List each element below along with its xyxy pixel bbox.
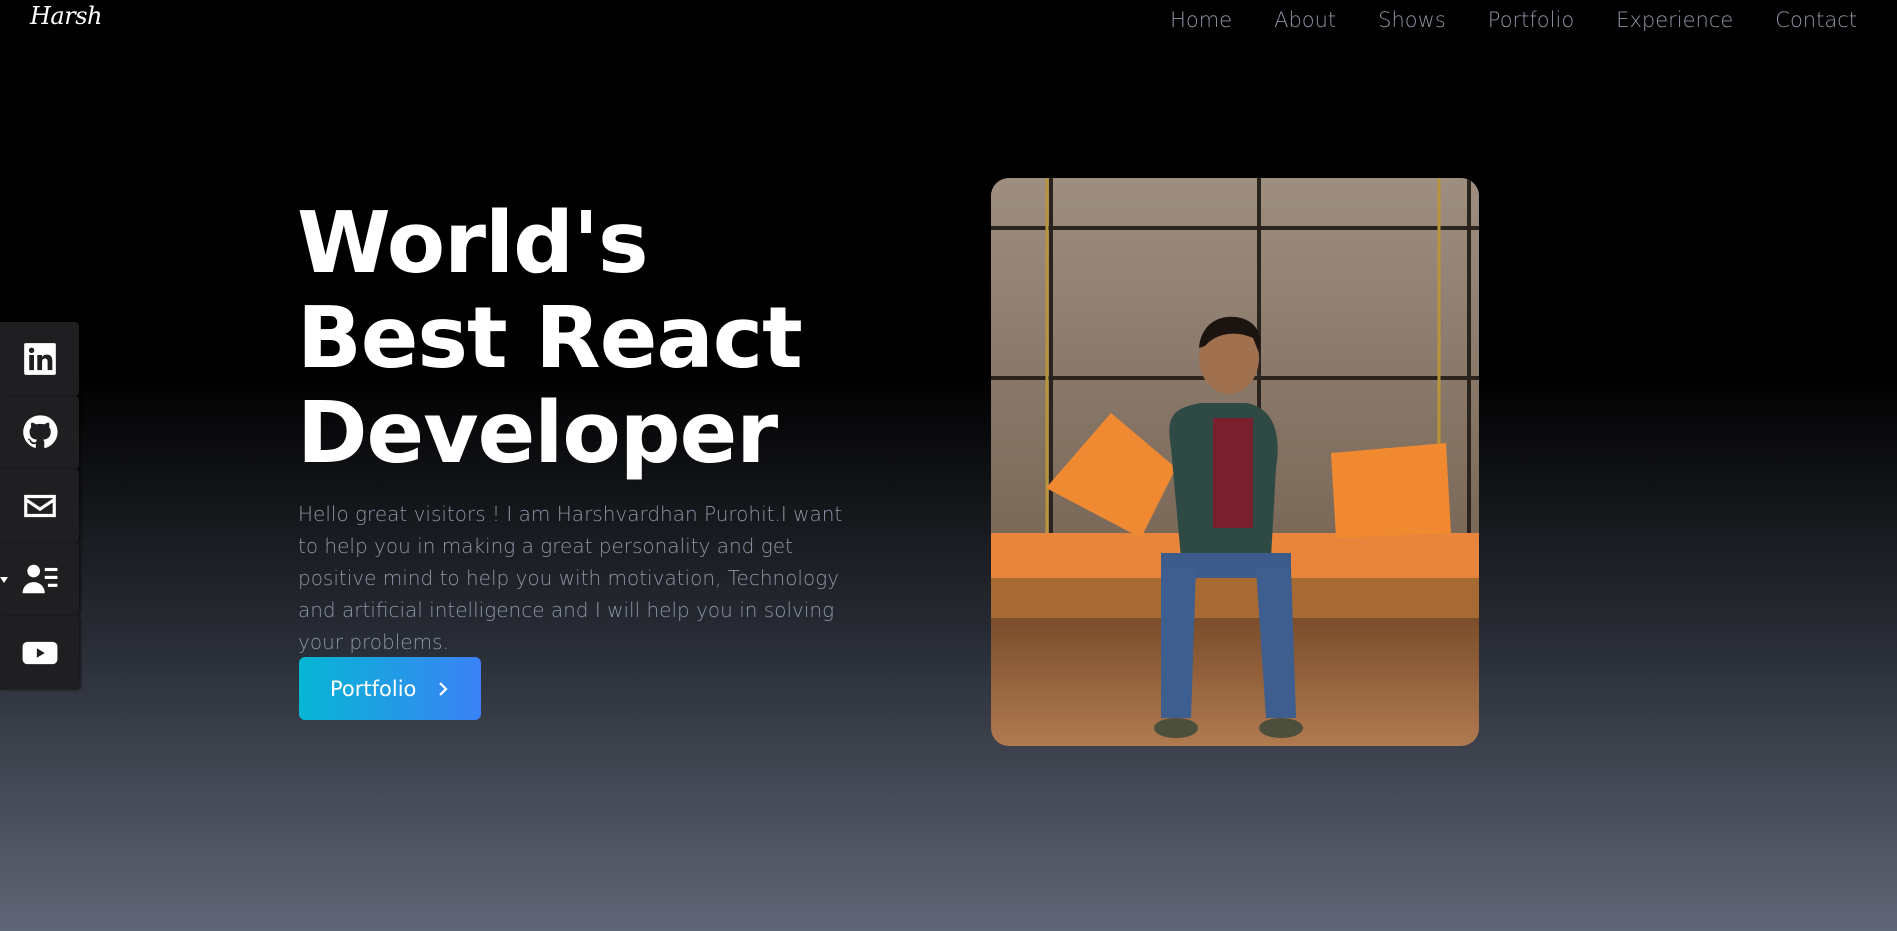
navbar: Harsh Home About Shows Portfolio Experie… — [0, 0, 1897, 40]
youtube-icon — [22, 641, 57, 664]
portfolio-button[interactable]: Portfolio — [299, 657, 481, 720]
nav-link-portfolio[interactable]: Portfolio — [1488, 8, 1574, 32]
social-sidebar — [0, 322, 79, 690]
nav-link-experience[interactable]: Experience — [1616, 8, 1733, 32]
social-github[interactable] — [0, 395, 79, 469]
social-contact[interactable] — [0, 542, 79, 616]
profile-photo-illustration — [991, 178, 1479, 746]
chevron-right-icon — [439, 681, 448, 696]
social-mail[interactable] — [0, 469, 79, 543]
logo[interactable]: Harsh — [30, 2, 102, 30]
contact-card-icon — [22, 565, 57, 594]
linkedin-icon — [23, 342, 56, 375]
hero-title-line-1: World's — [297, 194, 649, 293]
nav-link-shows[interactable]: Shows — [1378, 8, 1446, 32]
nav-link-home[interactable]: Home — [1170, 8, 1232, 32]
caret-down-icon — [0, 577, 8, 583]
profile-photo — [991, 178, 1479, 746]
nav-link-contact[interactable]: Contact — [1775, 8, 1857, 32]
github-icon — [22, 415, 58, 449]
hero-title: World's Best React Developer — [297, 196, 857, 481]
social-youtube[interactable] — [0, 616, 79, 690]
nav-links: Home About Shows Portfolio Experience Co… — [1170, 8, 1857, 32]
mail-icon — [23, 494, 56, 517]
nav-link-about[interactable]: About — [1274, 8, 1336, 32]
hero-description: Hello great visitors ! I am Harshvardhan… — [298, 502, 843, 654]
social-linkedin[interactable] — [0, 322, 79, 396]
hero-title-line-2: Best React — [297, 289, 803, 388]
hero-title-line-3: Developer — [297, 384, 778, 483]
portfolio-button-label: Portfolio — [330, 676, 417, 701]
